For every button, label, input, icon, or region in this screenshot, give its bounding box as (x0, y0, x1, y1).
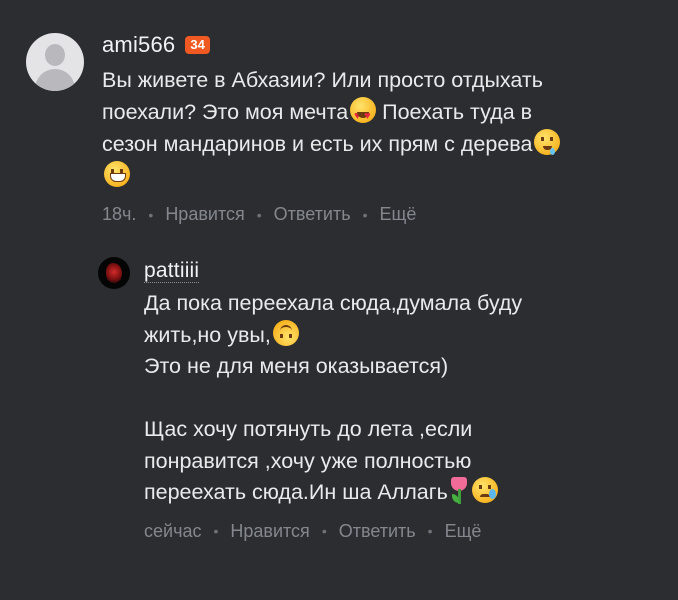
separator-dot: • (148, 206, 154, 223)
upside-down-emoji-icon (272, 319, 299, 346)
avatar-image (106, 263, 122, 283)
heart-eyes-emoji-icon (350, 97, 377, 132)
level-badge: 34 (185, 36, 210, 54)
separator-dot: • (362, 206, 368, 223)
comment-actions: сейчас • Нравится • Ответить • Ещё (144, 521, 668, 542)
like-button[interactable]: Нравится (230, 521, 309, 542)
comment-text-part: Это не для меня оказывается) Щас хочу по… (144, 354, 473, 504)
avatar[interactable] (26, 33, 84, 91)
comment-text-part: Да пока переехала сюда,думала буду жить,… (144, 291, 523, 347)
comment-header: pattiiii (144, 256, 668, 286)
avatar-placeholder-body (35, 69, 75, 91)
comment: ami566 34 Вы живете в Абхазии? Или прост… (26, 30, 666, 225)
separator-dot: • (256, 206, 262, 223)
like-button[interactable]: Нравится (165, 204, 244, 225)
reply-button[interactable]: Ответить (339, 521, 416, 542)
more-button[interactable]: Ещё (445, 521, 482, 542)
comment-actions: 18ч. • Нравится • Ответить • Ещё (102, 204, 666, 225)
drooling-emoji-icon (534, 129, 561, 155)
comment-timestamp: сейчас (144, 520, 202, 541)
reply-comment: pattiiii Да пока переехала сюда,думала б… (98, 256, 668, 542)
comment-header: ami566 34 (102, 30, 666, 60)
grinning-emoji-icon (104, 161, 130, 187)
separator-dot: • (213, 523, 219, 539)
separator-dot: • (321, 523, 327, 539)
comment-author[interactable]: pattiiii (144, 259, 200, 283)
comment-author[interactable]: ami566 (102, 32, 175, 58)
comment-timestamp: 18ч. (102, 204, 137, 224)
more-button[interactable]: Ещё (380, 204, 417, 225)
comment-text: Да пока переехала сюда,думала буду жить,… (144, 288, 668, 509)
comment-body: ami566 34 Вы живете в Абхазии? Или прост… (102, 30, 666, 225)
avatar[interactable] (98, 257, 130, 289)
reply-button[interactable]: Ответить (274, 204, 351, 225)
comment-body: pattiiii Да пока переехала сюда,думала б… (144, 256, 668, 542)
tulip-emoji-icon (448, 477, 470, 505)
avatar-placeholder-head (45, 44, 65, 66)
crying-smile-emoji-icon (471, 477, 498, 503)
separator-dot: • (427, 523, 433, 539)
comment-text: Вы живете в Абхазии? Или просто отдыхать… (102, 64, 666, 192)
